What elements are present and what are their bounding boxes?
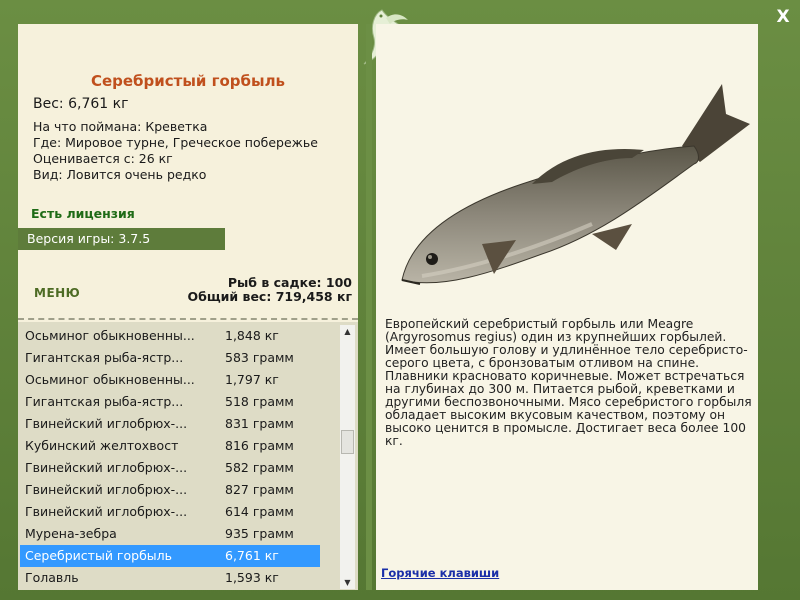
list-item-weight: 827 грамм <box>225 482 294 497</box>
list-item[interactable]: Осьминог обыкновенны... 1,797 кг <box>20 369 320 391</box>
hotkeys-link[interactable]: Горячие клавиши <box>381 566 499 580</box>
list-item-weight: 1,797 кг <box>225 372 279 387</box>
list-item-name: Осьминог обыкновенны... <box>25 328 195 343</box>
fish-kind: Вид: Ловится очень редко <box>33 167 207 182</box>
list-item-weight: 935 грамм <box>225 526 294 541</box>
list-item-name: Гвинейский иглобрюх-... <box>25 460 188 475</box>
catch-stats: Рыб в садке: 100 Общий вес: 719,458 кг <box>188 276 353 304</box>
list-item[interactable]: Мурена-зебра 935 грамм <box>20 523 320 545</box>
scroll-down-icon[interactable]: ▼ <box>341 576 354 589</box>
list-item[interactable]: Гвинейский иглобрюх-... 827 грамм <box>20 479 320 501</box>
caught-with: На что поймана: Креветка <box>33 119 208 134</box>
fish-title: Серебристый горбыль <box>90 72 286 90</box>
list-item[interactable]: Гвинейский иглобрюх-... 582 грамм <box>20 457 320 479</box>
panel-divider <box>366 24 372 590</box>
close-button[interactable]: X <box>772 6 794 28</box>
list-item-weight: 831 грамм <box>225 416 294 431</box>
list-item-name: Голавль <box>25 589 79 590</box>
game-version: Версия игры: 3.7.5 <box>18 228 225 250</box>
fish-weight: Вес: 6,761 кг <box>33 96 129 112</box>
list-item-name: Гигантская рыба-ястр... <box>25 350 184 365</box>
list-item[interactable]: Гигантская рыба-ястр... 518 грамм <box>20 391 320 413</box>
list-item[interactable]: Гвинейский иглобрюх-... 614 грамм <box>20 501 320 523</box>
scrollbar[interactable]: ▲ ▼ <box>340 325 355 589</box>
list-item-name: Голавль <box>25 570 79 585</box>
catch-location: Где: Мировое турне, Греческое побережье <box>33 135 318 150</box>
list-item[interactable]: Голавль 1,593 кг <box>20 567 320 589</box>
list-item[interactable]: Гигантская рыба-ястр... 583 грамм <box>20 347 320 369</box>
list-item-weight: 614 грамм <box>225 504 294 519</box>
list-item-name: Серебристый горбыль <box>25 548 173 563</box>
total-weight: Общий вес: 719,458 кг <box>187 289 353 304</box>
list-item-weight: 518 грамм <box>225 394 294 409</box>
list-item-name: Кубинский желтохвост <box>25 438 179 453</box>
list-item-weight: 582 грамм <box>225 460 294 475</box>
list-item-name: Гвинейский иглобрюх-... <box>25 416 188 431</box>
list-item-name: Гвинейский иглобрюх-... <box>25 482 188 497</box>
list-item[interactable]: Кубинский желтохвост 816 грамм <box>20 435 320 457</box>
list-item-weight: 1,593 кг <box>225 570 279 585</box>
list-item-weight: 1.725 кг <box>225 589 279 590</box>
list-item[interactable]: Голавль 1.725 кг <box>20 589 320 590</box>
list-item-weight: 6,761 кг <box>225 548 279 563</box>
fish-description: Европейский серебристый горбыль или Meag… <box>385 317 752 448</box>
list-item[interactable]: Гвинейский иглобрюх-... 831 грамм <box>20 413 320 435</box>
list-item-weight: 583 грамм <box>225 350 294 365</box>
fish-count: Рыб в садке: 100 <box>227 275 352 290</box>
list-item-name: Гвинейский иглобрюх-... <box>25 504 188 519</box>
scroll-up-icon[interactable]: ▲ <box>341 325 354 338</box>
divider <box>18 318 358 320</box>
list-item-name: Гигантская рыба-ястр... <box>25 394 184 409</box>
fish-value: Оценивается с: 26 кг <box>33 151 173 166</box>
list-item[interactable]: Серебристый горбыль 6,761 кг <box>20 545 320 567</box>
list-item-weight: 816 грамм <box>225 438 294 453</box>
catch-list: Осьминог обыкновенны... 1,848 кг Гигантска… <box>18 322 358 590</box>
list-item[interactable]: Осьминог обыкновенны... 1,848 кг <box>20 325 320 347</box>
scroll-thumb[interactable] <box>341 430 354 454</box>
fish-info-panel: Серебристый горбыль Вес: 6,761 кг На что… <box>18 24 358 590</box>
catch-list-items: Осьминог обыкновенны... 1,848 кг Гигантска… <box>18 322 340 590</box>
license-status: Есть лицензия <box>31 206 135 221</box>
fish-detail-panel: Европейский серебристый горбыль или Meag… <box>376 24 758 590</box>
menu-button[interactable]: МЕНЮ <box>34 286 80 300</box>
list-item-name: Осьминог обыкновенны... <box>25 372 195 387</box>
list-item-weight: 1,848 кг <box>225 328 279 343</box>
list-item-name: Мурена-зебра <box>25 526 117 541</box>
fish-image <box>401 84 750 285</box>
